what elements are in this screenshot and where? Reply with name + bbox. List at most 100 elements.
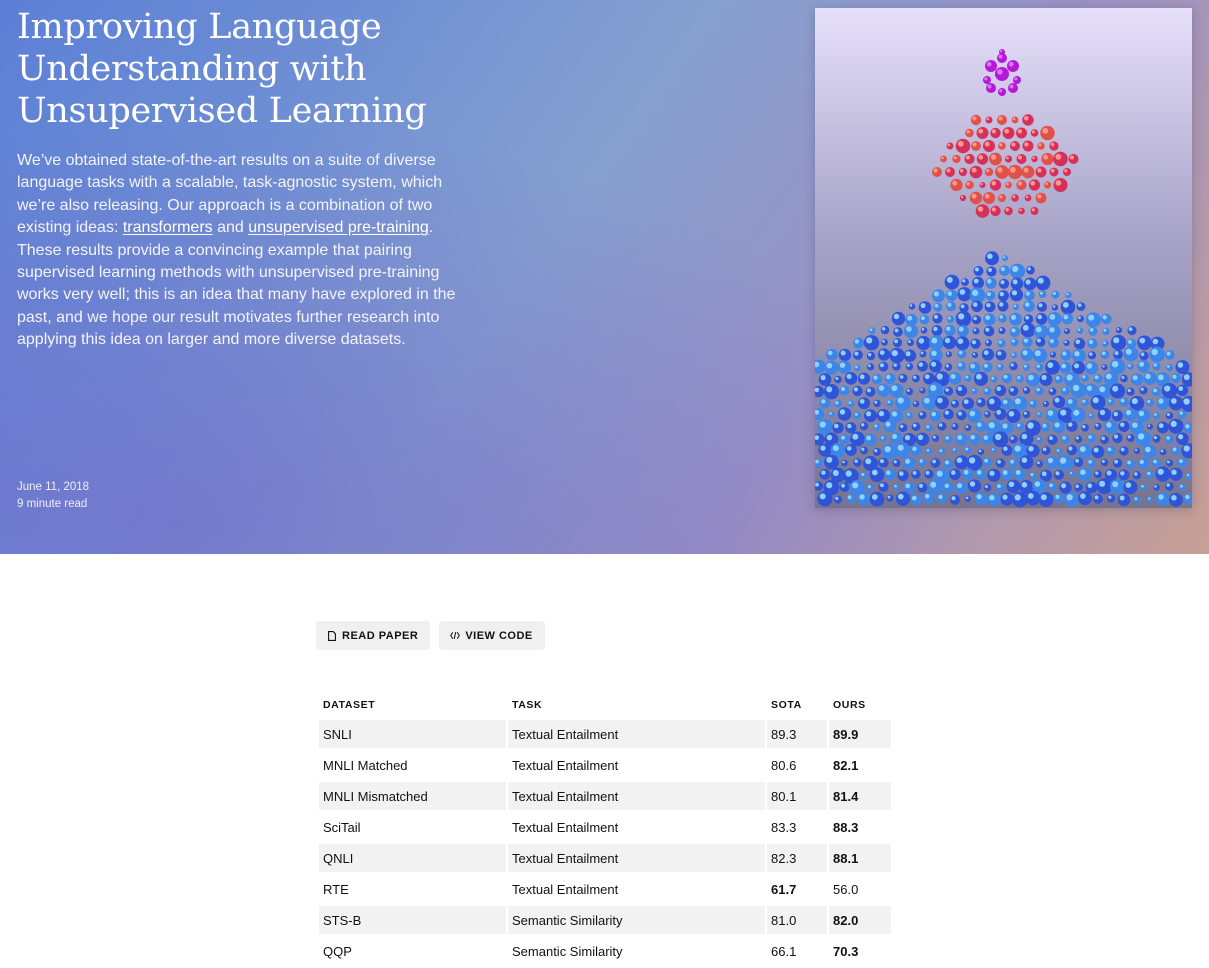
art-sphere bbox=[929, 410, 942, 422]
read-paper-button[interactable]: READ PAPER bbox=[316, 621, 431, 650]
art-sphere-highlight bbox=[880, 459, 884, 464]
art-sphere-highlight bbox=[878, 410, 885, 417]
art-sphere bbox=[983, 192, 995, 204]
art-sphere-highlight bbox=[1009, 166, 1016, 173]
art-sphere-highlight bbox=[880, 363, 884, 368]
intro-paragraph: We’ve obtained state-of-the-art results … bbox=[17, 150, 479, 352]
art-sphere-highlight bbox=[1125, 348, 1132, 355]
intro-text-2: and bbox=[212, 219, 249, 237]
art-sphere-highlight bbox=[1088, 339, 1094, 345]
art-sphere bbox=[1041, 422, 1051, 432]
art-sphere bbox=[873, 399, 881, 408]
art-sphere-highlight bbox=[907, 315, 913, 321]
art-sphere bbox=[1118, 469, 1130, 481]
art-sphere bbox=[883, 419, 897, 433]
art-sphere bbox=[1049, 351, 1057, 358]
art-sphere-highlight bbox=[1003, 446, 1008, 451]
art-sphere bbox=[946, 315, 955, 323]
art-sphere bbox=[1149, 346, 1165, 363]
art-sphere-highlight bbox=[1108, 399, 1112, 403]
art-sphere bbox=[1074, 435, 1083, 443]
art-sphere bbox=[932, 313, 943, 324]
art-sphere bbox=[1009, 435, 1018, 444]
art-sphere-highlight bbox=[873, 375, 878, 380]
art-sphere bbox=[1088, 412, 1095, 419]
art-sphere-highlight bbox=[913, 375, 917, 379]
art-sphere bbox=[912, 374, 920, 383]
document-icon bbox=[327, 630, 337, 642]
art-sphere bbox=[944, 274, 960, 290]
art-sphere-highlight bbox=[997, 351, 1002, 356]
art-sphere bbox=[955, 336, 970, 351]
art-sphere-highlight bbox=[1113, 337, 1120, 344]
art-sphere-highlight bbox=[991, 376, 995, 380]
cell-ours: 88.1 bbox=[829, 844, 891, 872]
art-sphere bbox=[1087, 458, 1096, 468]
art-sphere-highlight bbox=[986, 340, 989, 344]
art-sphere bbox=[1053, 469, 1065, 480]
art-sphere-highlight bbox=[1132, 375, 1138, 381]
art-sphere bbox=[1177, 457, 1188, 468]
art-sphere bbox=[985, 251, 999, 266]
art-sphere bbox=[1165, 459, 1174, 467]
cell-ours: 81.4 bbox=[829, 782, 891, 810]
art-sphere-highlight bbox=[987, 279, 992, 284]
art-sphere-highlight bbox=[985, 412, 988, 415]
art-sphere bbox=[853, 458, 862, 467]
art-sphere-highlight bbox=[999, 49, 1003, 53]
art-sphere bbox=[946, 351, 952, 358]
art-sphere-highlight bbox=[1099, 409, 1106, 416]
art-sphere bbox=[1019, 455, 1034, 470]
art-sphere-highlight bbox=[891, 411, 898, 417]
art-sphere bbox=[884, 468, 896, 481]
art-sphere-highlight bbox=[1166, 483, 1170, 487]
art-sphere bbox=[1026, 444, 1040, 458]
art-sphere-highlight bbox=[988, 268, 992, 272]
art-sphere-highlight bbox=[998, 54, 1003, 59]
art-sphere-highlight bbox=[937, 397, 943, 404]
art-sphere-highlight bbox=[1112, 385, 1119, 392]
art-sphere bbox=[1059, 361, 1072, 374]
art-sphere-highlight bbox=[1160, 449, 1164, 453]
art-sphere-highlight bbox=[977, 399, 982, 403]
art-sphere bbox=[1035, 337, 1046, 347]
art-sphere-highlight bbox=[866, 411, 872, 417]
art-sphere-highlight bbox=[1024, 142, 1029, 147]
art-sphere bbox=[971, 352, 979, 359]
art-sphere bbox=[1118, 420, 1130, 432]
art-sphere-highlight bbox=[1054, 397, 1060, 403]
art-sphere-highlight bbox=[1103, 341, 1106, 344]
art-sphere-highlight bbox=[859, 374, 865, 380]
art-sphere-highlight bbox=[1037, 461, 1040, 465]
art-sphere bbox=[1073, 337, 1086, 350]
art-sphere-highlight bbox=[1025, 302, 1030, 307]
art-sphere-highlight bbox=[820, 375, 826, 381]
art-sphere-highlight bbox=[1042, 127, 1049, 134]
art-sphere-highlight bbox=[986, 303, 991, 308]
table-row: SciTail Textual Entailment 83.3 88.3 bbox=[319, 813, 891, 841]
art-sphere-highlight bbox=[1034, 481, 1041, 487]
transformers-link[interactable]: transformers bbox=[123, 219, 213, 236]
art-sphere bbox=[985, 116, 993, 124]
art-sphere-highlight bbox=[829, 412, 832, 415]
art-sphere bbox=[858, 397, 870, 410]
unsupervised-pretraining-link[interactable]: unsupervised pre-training bbox=[248, 219, 429, 236]
art-sphere bbox=[1113, 349, 1123, 360]
art-sphere bbox=[1023, 300, 1035, 313]
art-sphere bbox=[1081, 398, 1089, 407]
art-sphere bbox=[1022, 363, 1031, 371]
art-sphere bbox=[994, 408, 1007, 421]
art-sphere bbox=[1026, 372, 1040, 387]
art-sphere bbox=[955, 433, 968, 446]
art-sphere bbox=[1057, 407, 1074, 423]
art-sphere bbox=[1011, 116, 1019, 124]
art-sphere bbox=[903, 456, 916, 470]
art-sphere bbox=[985, 60, 997, 72]
art-sphere bbox=[1021, 165, 1035, 179]
view-code-button[interactable]: VIEW CODE bbox=[439, 621, 545, 650]
art-sphere bbox=[1100, 435, 1109, 445]
art-sphere-highlight bbox=[842, 460, 845, 464]
art-sphere-highlight bbox=[1183, 445, 1190, 452]
art-sphere bbox=[1120, 374, 1128, 383]
art-sphere-highlight bbox=[887, 400, 891, 404]
